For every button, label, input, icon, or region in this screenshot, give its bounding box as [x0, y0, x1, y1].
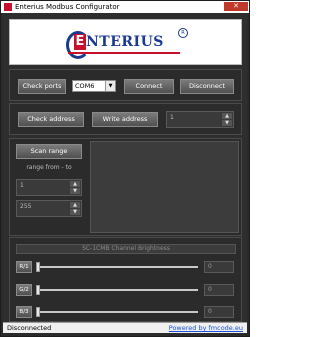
scan-range-button[interactable]: Scan range: [16, 144, 82, 159]
window-title: Enterius Modbus Configurator: [15, 3, 120, 11]
scan-panel: Scan range range from - to 1 ▲ ▼ 255 ▲ ▼: [9, 138, 242, 236]
channel-2-slider[interactable]: [36, 289, 198, 291]
logo-text: NTERIUS: [86, 34, 164, 50]
spin-down-icon[interactable]: ▼: [70, 188, 80, 194]
scan-results-list[interactable]: [90, 141, 239, 233]
channel-1-value[interactable]: 0: [204, 261, 234, 273]
powered-by-link[interactable]: Powered by fmcode.eu: [169, 324, 243, 333]
check-ports-button[interactable]: Check ports: [18, 79, 66, 94]
registered-mark-icon: R: [178, 28, 188, 38]
check-address-button[interactable]: Check address: [18, 112, 84, 127]
app-window: Enterius Modbus Configurator ✕ E NTERIUS…: [0, 0, 250, 337]
address-panel: Check address Write address 1 ▲ ▼: [9, 103, 242, 135]
channel-3-slider[interactable]: [36, 311, 198, 313]
connection-panel: Check ports COM6 ▼ Connect Disconnect: [9, 69, 242, 101]
connection-status: Disconnected: [7, 324, 52, 332]
client-area: E NTERIUS R Check ports COM6 ▼ Connect D…: [3, 13, 247, 333]
chevron-down-icon[interactable]: ▼: [105, 81, 115, 91]
connect-button[interactable]: Connect: [124, 79, 174, 94]
range-from-spinner[interactable]: 1 ▲ ▼: [16, 179, 82, 196]
channel-2-label: G/2: [16, 284, 32, 296]
channel-1-label: R/1: [16, 261, 32, 273]
brightness-panel: SC-1CMB Channel Brightness R/1 0 G/2 0 B…: [9, 237, 242, 322]
status-bar: Disconnected Powered by fmcode.eu: [3, 322, 247, 333]
spin-up-icon[interactable]: ▲: [222, 113, 232, 119]
spin-up-icon[interactable]: ▲: [70, 202, 80, 208]
logo-letter: E: [74, 34, 86, 50]
range-label: range from - to: [26, 164, 72, 171]
spin-down-icon[interactable]: ▼: [222, 120, 232, 126]
enterius-logo: E NTERIUS R: [66, 28, 196, 59]
spin-up-icon[interactable]: ▲: [70, 181, 80, 187]
range-to-spinner[interactable]: 255 ▲ ▼: [16, 200, 82, 217]
channel-2-slider-thumb[interactable]: [36, 285, 40, 295]
close-button[interactable]: ✕: [224, 2, 248, 11]
range-to-value: 255: [20, 203, 32, 210]
channel-3-slider-thumb[interactable]: [36, 307, 40, 317]
logo-underline: [68, 52, 180, 54]
spin-down-icon[interactable]: ▼: [70, 209, 80, 215]
channel-2-value[interactable]: 0: [204, 284, 234, 296]
channel-1-slider-thumb[interactable]: [36, 262, 40, 272]
address-spinner[interactable]: 1 ▲ ▼: [166, 111, 234, 128]
address-value: 1: [170, 114, 174, 121]
channel-1-slider[interactable]: [36, 266, 198, 268]
logo-panel: E NTERIUS R: [9, 19, 242, 65]
channel-3-label: B/3: [16, 306, 32, 318]
brightness-header: SC-1CMB Channel Brightness: [16, 244, 236, 254]
port-select-value: COM6: [75, 82, 95, 90]
port-select[interactable]: COM6 ▼: [72, 80, 116, 92]
app-icon: [4, 3, 12, 11]
channel-3-value[interactable]: 0: [204, 306, 234, 318]
range-from-value: 1: [20, 182, 24, 189]
write-address-button[interactable]: Write address: [92, 112, 158, 127]
disconnect-button[interactable]: Disconnect: [180, 79, 234, 94]
title-bar: Enterius Modbus Configurator ✕: [1, 1, 249, 13]
